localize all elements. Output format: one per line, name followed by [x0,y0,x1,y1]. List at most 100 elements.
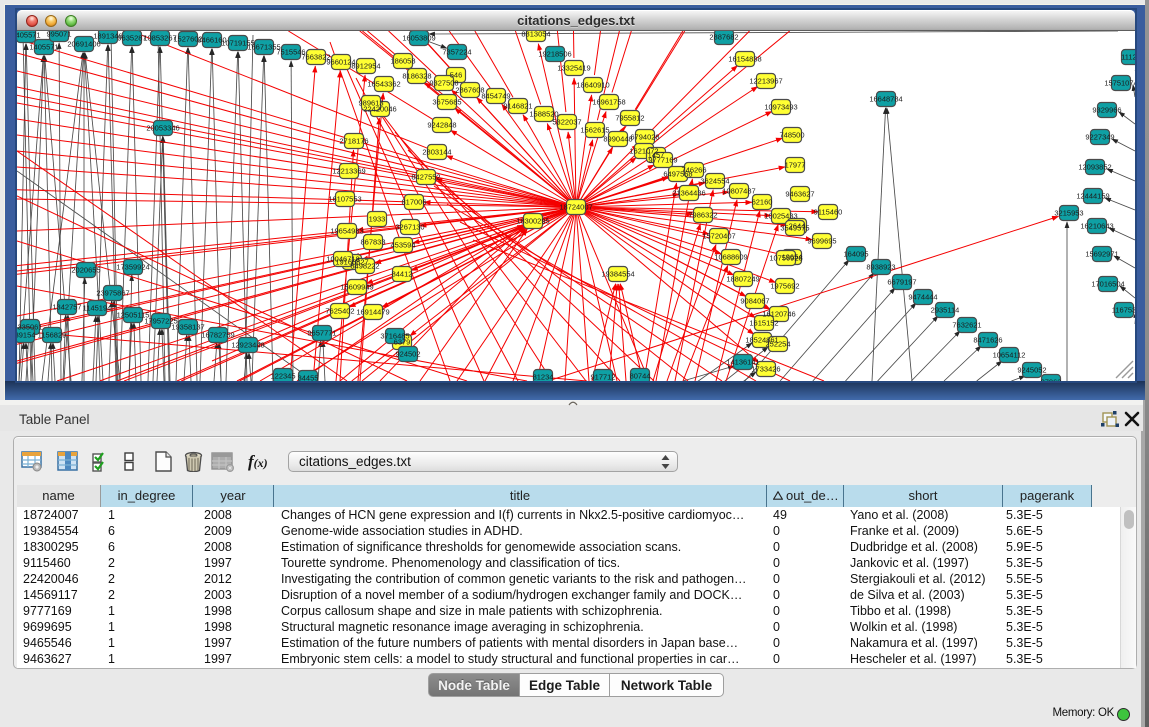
svg-text:16107553: 16107553 [328,195,361,204]
svg-text:9657771: 9657771 [307,329,336,338]
svg-text:1342757: 1342757 [52,303,81,312]
svg-text:21364436: 21364436 [672,189,705,198]
svg-text:186058: 186058 [390,57,415,66]
svg-text:817006: 817006 [401,198,426,207]
svg-text:9777169: 9777169 [648,156,677,165]
svg-text:1975692: 1975692 [770,282,799,291]
svg-text:81234: 81234 [533,373,554,382]
svg-text:17359924: 17359924 [116,263,149,272]
svg-text:10853267: 10853267 [143,34,176,43]
svg-text:746266: 746266 [681,166,706,175]
svg-text:16053809: 16053809 [402,34,435,43]
svg-text:867833: 867833 [360,238,385,247]
svg-text:20691406: 20691406 [67,40,100,49]
svg-text:12213967: 12213967 [749,77,782,86]
svg-text:122345: 122345 [270,372,295,381]
svg-text:18724007: 18724007 [559,203,592,212]
svg-text:10756928: 10756928 [769,254,802,263]
svg-text:15609949: 15609949 [340,283,373,292]
svg-text:6794028: 6794028 [630,133,659,142]
svg-text:3675685: 3675685 [432,98,461,107]
svg-text:15720407: 15720407 [702,232,735,241]
svg-text:8186328: 8186328 [402,72,431,81]
svg-text:18300295: 18300295 [516,217,549,226]
svg-text:16120746: 16120746 [762,310,795,319]
svg-text:252254: 252254 [765,340,790,349]
svg-text:6679197: 6679197 [887,278,916,287]
svg-text:9327508: 9327508 [429,79,458,88]
svg-text:10025433: 10025433 [764,212,797,221]
svg-text:3624554: 3624554 [700,177,729,186]
svg-text:16210643: 16210643 [1080,222,1113,231]
svg-text:164095: 164095 [843,250,868,259]
svg-text:7625402: 7625402 [325,307,354,316]
svg-text:924502: 924502 [395,350,420,359]
svg-text:5322037: 5322037 [552,118,581,127]
svg-text:87063: 87063 [1041,378,1062,382]
svg-text:7632621: 7632621 [952,321,981,330]
svg-text:34455: 34455 [298,374,319,382]
svg-text:80744: 80744 [630,372,651,381]
svg-text:1405571: 1405571 [17,31,41,40]
svg-text:8813054: 8813054 [521,31,550,39]
svg-text:19218506: 19218506 [538,50,571,59]
svg-text:9474444: 9474444 [908,293,937,302]
svg-text:15751074: 15751074 [1104,79,1135,88]
svg-text:62160: 62160 [752,198,773,207]
svg-text:12923448: 12923448 [231,341,264,350]
svg-text:2020655: 2020655 [71,266,100,275]
svg-text:8498222: 8498222 [350,262,379,271]
svg-text:9242848: 9242848 [427,121,456,130]
svg-text:19384554: 19384554 [601,270,634,279]
svg-text:10688609: 10688609 [714,253,747,262]
svg-text:3215953: 3215953 [1054,209,1083,218]
svg-text:14136141: 14136141 [726,358,759,367]
svg-text:9227349: 9227349 [1085,133,1114,142]
svg-text:9635287: 9635287 [117,34,146,43]
svg-text:9245052: 9245052 [1017,366,1046,375]
svg-text:917712: 917712 [590,373,615,382]
svg-text:8427552: 8427552 [411,173,440,182]
svg-text:2803144: 2803144 [422,148,451,157]
svg-text:9115460: 9115460 [814,208,843,217]
svg-text:16648784: 16648784 [869,95,902,104]
svg-text:9146821: 9146821 [503,102,532,111]
svg-text:17977: 17977 [785,161,806,170]
svg-text:3549575: 3549575 [780,224,809,233]
svg-text:8454749: 8454749 [481,92,510,101]
svg-text:16543362: 16543362 [367,80,400,89]
svg-text:17016504: 17016504 [1091,280,1124,289]
svg-text:10654112: 10654112 [993,351,1026,360]
svg-text:1933: 1933 [369,215,386,224]
svg-text:9463627: 9463627 [785,190,814,199]
svg-text:23975867: 23975867 [96,289,129,298]
svg-text:8912954: 8912954 [351,62,380,71]
svg-text:39154: 39154 [17,331,35,340]
svg-text:19654983: 19654983 [330,227,363,236]
svg-text:1615152: 1615152 [749,319,778,328]
svg-text:16782759: 16782759 [201,331,234,340]
svg-text:9084067: 9084067 [740,297,769,306]
svg-text:9699695: 9699695 [807,237,836,246]
svg-text:8471626: 8471626 [973,336,1002,345]
svg-text:10807487: 10807487 [722,187,755,196]
svg-text:989613: 989613 [358,99,383,108]
svg-text:3267130: 3267130 [395,223,424,232]
svg-text:20053346: 20053346 [146,124,179,133]
svg-text:7955812: 7955812 [615,114,644,123]
svg-text:453594: 453594 [390,241,415,250]
svg-text:2887682: 2887682 [709,33,738,42]
svg-text:12093852: 12093852 [1078,163,1111,172]
svg-text:84412: 84412 [392,270,413,279]
svg-text:18640910: 18640910 [576,81,609,90]
svg-text:1156829: 1156829 [38,331,67,340]
svg-text:13325419: 13325419 [557,64,590,73]
svg-text:1562615: 1562615 [580,126,609,135]
svg-text:12213369: 12213369 [332,167,365,176]
svg-text:9329966: 9329966 [1092,106,1121,115]
svg-text:16154838: 16154838 [728,55,761,64]
svg-text:116753: 116753 [1112,306,1135,315]
svg-text:19358137: 19358137 [171,323,204,332]
svg-text:2935114: 2935114 [931,306,960,315]
svg-text:12444159: 12444159 [1076,192,1109,201]
